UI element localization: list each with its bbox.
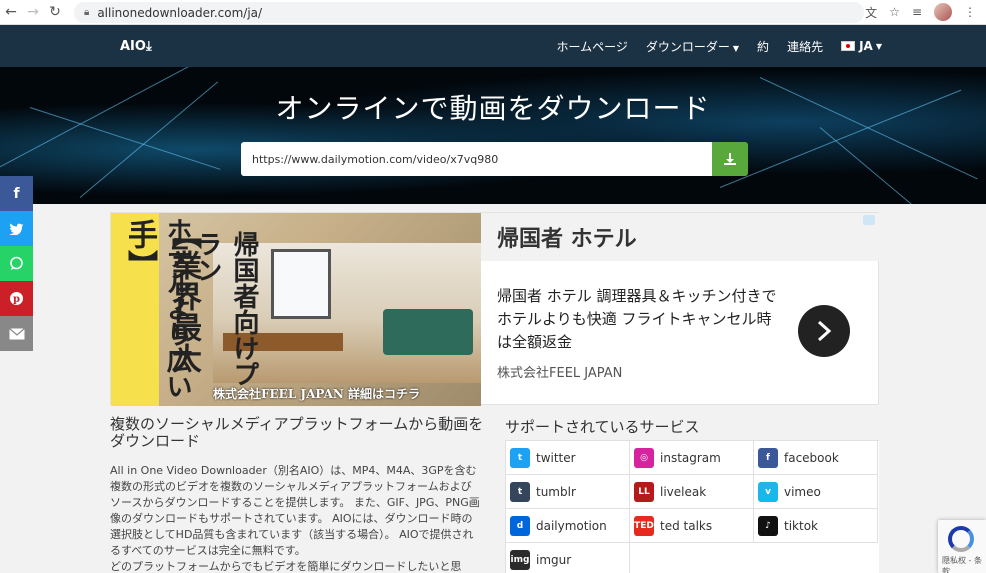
nav-downloader-label: ダウンローダー bbox=[645, 39, 730, 54]
recaptcha-text: 隠私权 - 条款 bbox=[942, 556, 982, 573]
profile-avatar[interactable] bbox=[934, 3, 952, 21]
facebook-icon: f bbox=[758, 447, 778, 468]
twitter-icon: t bbox=[510, 447, 530, 468]
ad-choices-icon[interactable] bbox=[863, 215, 875, 225]
tumblr-icon: t bbox=[510, 481, 530, 502]
ted-talks-icon: TED bbox=[634, 515, 654, 536]
service-label: ted talks bbox=[660, 518, 713, 533]
whatsapp-icon bbox=[10, 256, 23, 270]
reload-icon[interactable]: ↻ bbox=[44, 0, 66, 25]
imgur-icon: img bbox=[510, 549, 530, 570]
ad-image-caption: 株式会社FEEL JAPAN 詳細はコチラ bbox=[213, 387, 421, 401]
caret-down-icon: ▼ bbox=[875, 41, 882, 51]
service-label: instagram bbox=[660, 450, 721, 465]
instagram-icon: ◎ bbox=[634, 447, 654, 468]
content-paragraph-cut: どのプラットフォームからでもビデオを簡単にダウンロードしたいと思 bbox=[110, 560, 462, 573]
nav-downloader[interactable]: ダウンローダー ▼ bbox=[646, 38, 739, 55]
pinterest-icon: p bbox=[10, 292, 23, 305]
service-dailymotion[interactable]: d dailymotion bbox=[506, 509, 630, 543]
service-imgur[interactable]: img imgur bbox=[506, 543, 630, 573]
dailymotion-icon: d bbox=[510, 515, 530, 536]
hero-banner: オンラインで動画をダウンロード https://www.dailymotion.… bbox=[0, 67, 986, 204]
site-logo[interactable]: AIO⤓ bbox=[120, 39, 152, 54]
url-input[interactable]: https://www.dailymotion.com/video/x7vq98… bbox=[241, 142, 712, 176]
whatsapp-share-icon[interactable] bbox=[0, 246, 33, 281]
translate-icon[interactable]: 文 bbox=[865, 4, 877, 21]
service-label: vimeo bbox=[784, 484, 821, 499]
language-label: JA bbox=[859, 39, 873, 53]
nav-home[interactable]: ホームページ bbox=[556, 38, 627, 55]
address-url: allinonedownloader.com/ja/ bbox=[97, 5, 263, 20]
svg-text:p: p bbox=[13, 294, 20, 305]
ad-image-text-3: 帰国者向けプラン bbox=[192, 231, 259, 387]
lock-icon: 🔒︎ bbox=[84, 7, 90, 18]
ad-banner[interactable]: 【業界最大手】 ホテルより広い 帰国者向けプラン 株式会社FEEL JAPAN … bbox=[110, 212, 880, 406]
back-icon[interactable]: ← bbox=[0, 0, 22, 25]
service-ted-talks[interactable]: TED ted talks bbox=[630, 509, 754, 543]
caret-down-icon: ▼ bbox=[732, 43, 740, 53]
twitter-bird-icon bbox=[9, 223, 23, 235]
service-label: tumblr bbox=[536, 484, 576, 499]
social-share-bar: f p bbox=[0, 176, 33, 351]
ad-title[interactable]: 帰国者 ホテル bbox=[481, 213, 880, 261]
star-icon[interactable]: ☆ bbox=[889, 5, 900, 19]
site-navbar: AIO⤓ ホームページ ダウンローダー ▼ 約 連絡先 JA ▼ bbox=[0, 25, 986, 67]
ad-sofa-graphic bbox=[383, 309, 473, 355]
language-selector[interactable]: JA ▼ bbox=[841, 39, 882, 53]
ad-image[interactable]: 【業界最大手】 ホテルより広い 帰国者向けプラン 株式会社FEEL JAPAN … bbox=[111, 213, 481, 406]
menu-icon[interactable]: ⋮ bbox=[964, 5, 976, 19]
tiktok-icon: ♪ bbox=[758, 515, 778, 536]
browser-toolbar: ← → ↻ 🔒︎ allinonedownloader.com/ja/ 文 ☆ … bbox=[0, 0, 986, 25]
envelope-icon bbox=[8, 327, 25, 339]
nav-contact[interactable]: 連絡先 bbox=[787, 38, 823, 55]
recaptcha-badge[interactable]: 隠私权 - 条款 bbox=[938, 520, 986, 573]
ad-window-graphic bbox=[271, 249, 331, 319]
service-label: twitter bbox=[536, 450, 576, 465]
empty-cell bbox=[630, 543, 754, 573]
empty-cell bbox=[754, 543, 878, 573]
download-button[interactable] bbox=[712, 142, 748, 176]
service-twitter[interactable]: t twitter bbox=[506, 441, 630, 475]
service-label: tiktok bbox=[784, 518, 818, 533]
service-vimeo[interactable]: v vimeo bbox=[754, 475, 878, 509]
service-label: imgur bbox=[536, 552, 572, 567]
twitter-share-icon[interactable] bbox=[0, 211, 33, 246]
recaptcha-icon bbox=[948, 526, 974, 552]
hero-title: オンラインで動画をダウンロード bbox=[275, 92, 711, 125]
nav-menu: ホームページ ダウンローダー ▼ 約 連絡先 JA ▼ bbox=[556, 25, 882, 67]
address-bar[interactable]: 🔒︎ allinonedownloader.com/ja/ bbox=[74, 2, 864, 23]
service-label: dailymotion bbox=[536, 518, 607, 533]
liveleak-icon: LL bbox=[634, 481, 654, 502]
service-facebook[interactable]: f facebook bbox=[754, 441, 878, 475]
email-share-icon[interactable] bbox=[0, 316, 33, 351]
content-title: 複数のソーシャルメディアプラットフォームから動画をダウンロード bbox=[110, 415, 484, 450]
download-icon bbox=[724, 153, 736, 165]
services-title: サポートされているサービス bbox=[505, 418, 700, 436]
chevron-right-icon bbox=[817, 320, 832, 342]
japan-flag-icon bbox=[841, 41, 856, 51]
ad-body[interactable]: 帰国者 ホテル 調理器具＆キッチン付きでホテルよりも快適 フライトキャンセル時は… bbox=[497, 285, 783, 354]
facebook-share-icon[interactable]: f bbox=[0, 176, 33, 211]
pinterest-share-icon[interactable]: p bbox=[0, 281, 33, 316]
browser-actions: 文 ☆ ≡ ⋮ bbox=[865, 3, 976, 21]
content-paragraph: All in One Video Downloader（別名AIO）は、MP4、… bbox=[110, 463, 480, 573]
ad-arrow-button[interactable] bbox=[798, 305, 850, 357]
content-paragraph-text: All in One Video Downloader（別名AIO）は、MP4、… bbox=[110, 464, 480, 557]
service-tiktok[interactable]: ♪ tiktok bbox=[754, 509, 878, 543]
ad-company[interactable]: 株式会社FEEL JAPAN bbox=[497, 362, 622, 381]
reading-list-icon[interactable]: ≡ bbox=[912, 5, 922, 19]
service-label: facebook bbox=[784, 450, 839, 465]
service-instagram[interactable]: ◎ instagram bbox=[630, 441, 754, 475]
service-liveleak[interactable]: LL liveleak bbox=[630, 475, 754, 509]
forward-icon[interactable]: → bbox=[22, 0, 44, 25]
service-label: liveleak bbox=[660, 484, 707, 499]
vimeo-icon: v bbox=[758, 481, 778, 502]
services-grid: t twitter ◎ instagram f facebook t tumblr LL live… bbox=[505, 440, 879, 573]
nav-about[interactable]: 約 bbox=[757, 38, 769, 55]
service-tumblr[interactable]: t tumblr bbox=[506, 475, 630, 509]
